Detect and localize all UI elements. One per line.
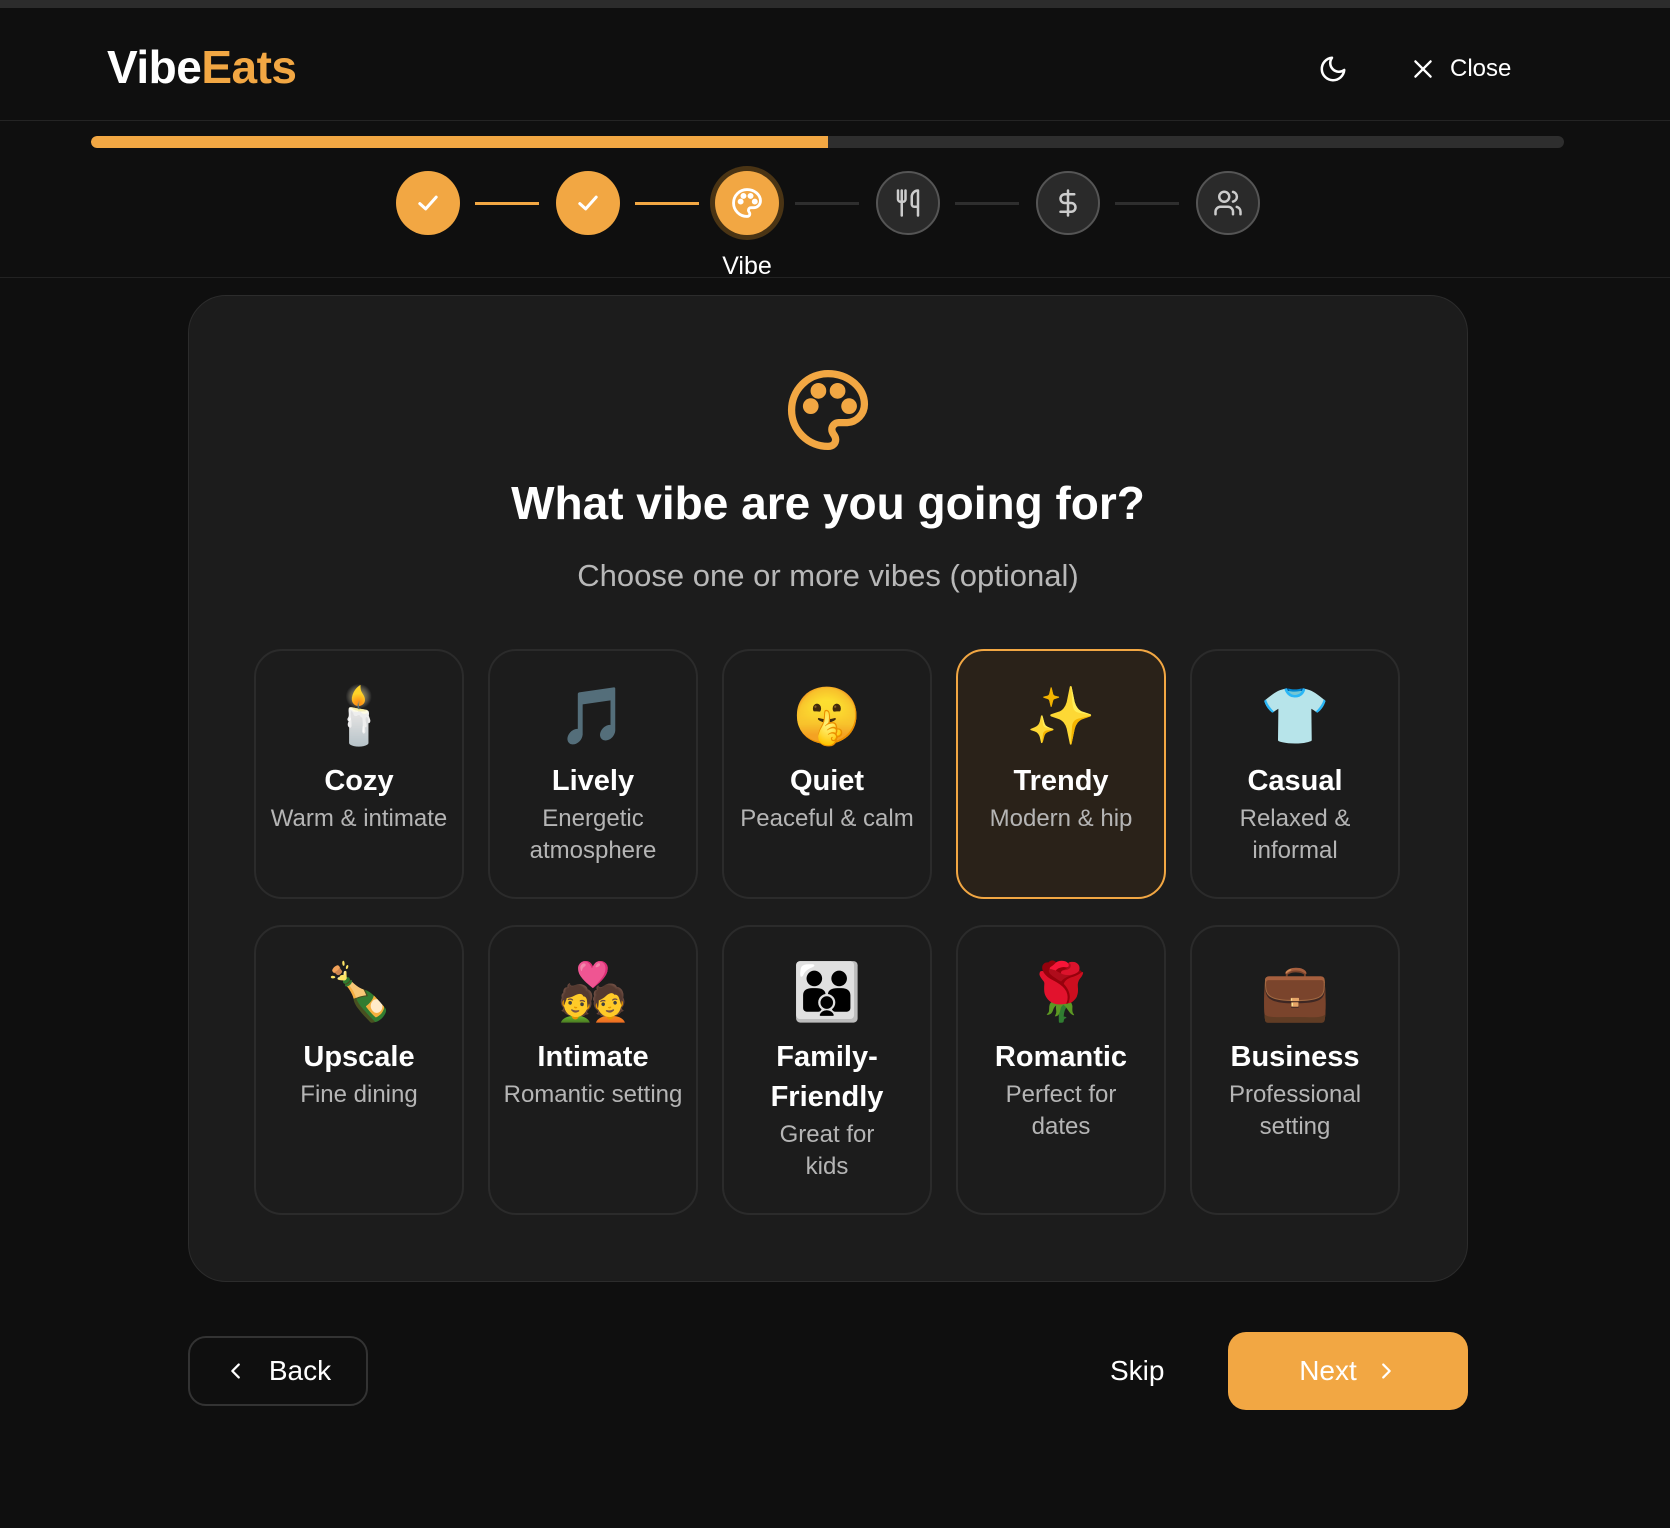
- briefcase-icon: 💼: [1260, 960, 1330, 1023]
- vibe-description: Warm & intimate: [270, 805, 448, 832]
- vibe-name: Lively: [551, 765, 635, 797]
- vibe-name: Romantic: [994, 1041, 1128, 1073]
- moon-icon: [1320, 56, 1346, 82]
- vibe-name: Upscale: [303, 1041, 415, 1073]
- step-connector: [635, 202, 699, 205]
- vibe-description: Relaxed & informal: [1239, 805, 1351, 864]
- vibe-option-cozy[interactable]: 🕯️ Cozy Warm & intimate: [254, 649, 464, 899]
- vibe-option-romantic[interactable]: 🌹 Romantic Perfect for dates: [956, 925, 1166, 1215]
- back-label: Back: [268, 1355, 332, 1386]
- shushing-face-icon: 🤫: [792, 684, 862, 747]
- skip-button[interactable]: Skip: [1110, 1336, 1164, 1406]
- step-connector: [955, 202, 1019, 205]
- champagne-icon: 🍾: [324, 960, 394, 1023]
- next-label: Next: [1299, 1355, 1357, 1386]
- vibe-description: Great for kids: [779, 1121, 875, 1180]
- vibe-name: Quiet: [789, 765, 865, 797]
- vibe-option-trendy[interactable]: ✨ Trendy Modern & hip: [956, 649, 1166, 899]
- logo-text-vibe: Vibe: [107, 41, 202, 93]
- vibe-name: Trendy: [1013, 765, 1109, 797]
- step-connector: [1115, 202, 1179, 205]
- progress-bar-fill: [91, 136, 828, 148]
- chevron-right-icon: [1381, 1363, 1391, 1379]
- vibe-option-intimate[interactable]: 💑 Intimate Romantic setting: [488, 925, 698, 1215]
- palette-icon: [782, 364, 874, 461]
- skip-label: Skip: [1110, 1355, 1165, 1386]
- window-top-bar: [0, 0, 1670, 8]
- vibe-name: Casual: [1247, 765, 1343, 797]
- app-logo[interactable]: VibeEats: [107, 40, 297, 94]
- check-icon: [578, 195, 598, 211]
- vibe-option-upscale[interactable]: 🍾 Upscale Fine dining: [254, 925, 464, 1215]
- theme-toggle-button[interactable]: [1312, 48, 1354, 90]
- next-button[interactable]: Next: [1228, 1332, 1468, 1410]
- vibe-option-casual[interactable]: 👕 Casual Relaxed & informal: [1190, 649, 1400, 899]
- back-button[interactable]: Back: [188, 1336, 368, 1406]
- vibe-description: Energetic atmosphere: [529, 805, 657, 864]
- check-icon: [418, 195, 438, 211]
- section-divider: [0, 277, 1670, 278]
- step-4-upcoming[interactable]: [876, 171, 940, 235]
- vibe-name: Cozy: [324, 765, 394, 797]
- vibe-option-quiet[interactable]: 🤫 Quiet Peaceful & calm: [722, 649, 932, 899]
- vibe-description: Professional setting: [1228, 1081, 1362, 1140]
- rose-icon: 🌹: [1026, 960, 1096, 1023]
- vibe-description: Perfect for dates: [1005, 1081, 1117, 1140]
- step-connector: [795, 202, 859, 205]
- progress-bar: [91, 136, 1564, 148]
- tshirt-icon: 👕: [1260, 684, 1330, 747]
- header: VibeEats Close: [0, 8, 1670, 121]
- vibe-description: Modern & hip: [989, 805, 1133, 832]
- step-5-upcoming[interactable]: [1036, 171, 1100, 235]
- music-note-icon: 🎵: [558, 684, 628, 747]
- step-6-upcoming[interactable]: [1196, 171, 1260, 235]
- vibe-option-lively[interactable]: 🎵 Lively Energetic atmosphere: [488, 649, 698, 899]
- utensils-icon: [896, 189, 920, 217]
- sparkles-icon: ✨: [1026, 684, 1096, 747]
- page-title: What vibe are you going for?: [511, 477, 1145, 529]
- vibe-description: Peaceful & calm: [740, 805, 914, 832]
- vibe-option-business[interactable]: 💼 Business Professional setting: [1190, 925, 1400, 1215]
- vibe-name: Business: [1230, 1041, 1360, 1073]
- dollar-icon: [1059, 189, 1077, 217]
- chevron-left-icon: [231, 1363, 240, 1379]
- vibe-option-family-friendly[interactable]: 👪 Family-Friendly Great for kids: [722, 925, 932, 1215]
- close-icon: [1414, 60, 1432, 78]
- step-1-completed[interactable]: [396, 171, 460, 235]
- candle-icon: 🕯️: [324, 684, 394, 747]
- page-subtitle: Choose one or more vibes (optional): [577, 558, 1079, 593]
- step-3-current[interactable]: [715, 171, 779, 235]
- close-button[interactable]: Close: [1410, 48, 1511, 90]
- couple-heart-icon: 💑: [558, 960, 628, 1023]
- vibe-name: Family-Friendly: [770, 1041, 884, 1113]
- vibe-selection-card: What vibe are you going for? Choose one …: [188, 295, 1468, 1282]
- vibe-description: Romantic setting: [503, 1081, 683, 1108]
- logo-text-eats: Eats: [201, 41, 297, 93]
- users-icon: [1214, 190, 1242, 216]
- step-connector: [475, 202, 539, 205]
- close-label: Close: [1450, 55, 1512, 82]
- vibe-name: Intimate: [537, 1041, 649, 1073]
- step-2-completed[interactable]: [556, 171, 620, 235]
- palette-icon: [732, 188, 762, 218]
- vibe-description: Fine dining: [300, 1081, 418, 1108]
- family-icon: 👪: [792, 960, 862, 1023]
